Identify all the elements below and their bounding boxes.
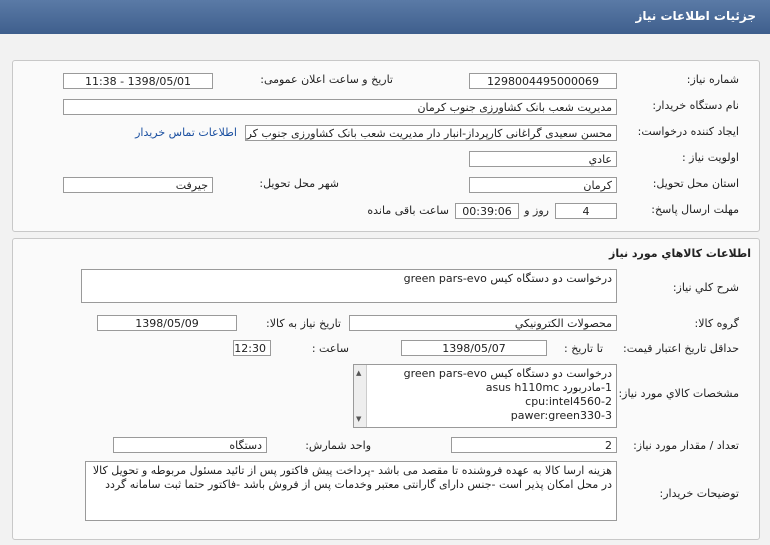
- notes-label: توضيحات خريدار:: [659, 487, 740, 500]
- contact-buyer-link[interactable]: اطلاعات تماس خريدار: [135, 126, 237, 139]
- province-label: استان محل تحويل:: [652, 177, 739, 190]
- hour-label: ساعت :: [311, 342, 349, 355]
- unit-label: واحد شمارش:: [305, 439, 371, 452]
- days-field: 4: [555, 203, 617, 219]
- need-number-label: شماره نياز:: [686, 73, 739, 86]
- creator-field: محسن سعيدی گراغانی کارپرداز-انبار دار مد…: [245, 125, 617, 141]
- group-field: محصولات الکترونيکي: [349, 315, 617, 331]
- summary-field: درخواست دو دستگاه کيس green pars-evo: [81, 269, 617, 303]
- until-date-label: تا تاريخ :: [564, 342, 603, 355]
- deadline-label: مهلت ارسال پاسخ:: [651, 203, 739, 216]
- need-date-field: 1398/05/09: [97, 315, 237, 331]
- goods-section-title: اطلاعات کالاهاي مورد نياز: [609, 247, 751, 260]
- until-date-field: 1398/05/07: [401, 340, 547, 356]
- scroll-up-icon[interactable]: ▲: [356, 366, 361, 380]
- qty-label: تعداد / مقدار مورد نياز:: [633, 439, 739, 452]
- notes-field: هزينه ارسا کالا به عهده فروشنده تا مقصد …: [85, 461, 617, 521]
- need-info-panel: شماره نياز: 1298004495000069 تاريخ و ساع…: [12, 60, 760, 232]
- spec-line: cpu:intel4560-2: [525, 395, 612, 408]
- goods-info-panel: اطلاعات کالاهاي مورد نياز شرح کلي نياز: …: [12, 238, 760, 540]
- days-and-label: روز و: [524, 204, 549, 217]
- summary-label: شرح کلي نياز:: [672, 281, 739, 294]
- need-number-field: 1298004495000069: [469, 73, 617, 89]
- group-label: گروه کالا:: [694, 317, 739, 330]
- priority-field: عادي: [469, 151, 617, 167]
- spec-label: مشخصات کالاي مورد نياز:: [618, 387, 739, 400]
- hour-field: 12:30: [233, 340, 271, 356]
- spec-line: pawer:green330-3: [510, 409, 612, 422]
- spec-scrollbar[interactable]: ▲ ▼: [354, 365, 367, 427]
- remaining-label: ساعت باقی مانده: [367, 204, 449, 217]
- announce-label: تاريخ و ساعت اعلان عمومی:: [260, 73, 393, 86]
- page-header: جزئيات اطلاعات نياز: [0, 0, 770, 34]
- spec-line: 1-مادربورد asus h110mc: [485, 381, 612, 394]
- creator-label: ايجاد کننده درخواست:: [637, 125, 739, 138]
- city-label: شهر محل تحويل:: [259, 177, 339, 190]
- priority-label: اولويت نياز :: [681, 151, 739, 164]
- scroll-down-icon[interactable]: ▼: [356, 412, 361, 426]
- spec-line: درخواست دو دستگاه کيس green pars-evo: [403, 367, 612, 380]
- need-date-label: تاريخ نياز به کالا:: [266, 317, 341, 330]
- validity-label: حداقل تاريخ اعتبار قيمت:: [623, 342, 739, 355]
- time-field: 00:39:06: [455, 203, 519, 219]
- buyer-label: نام دستگاه خريدار:: [652, 99, 739, 112]
- page-title: جزئيات اطلاعات نياز: [635, 9, 756, 23]
- city-field: جيرفت: [63, 177, 213, 193]
- qty-field: 2: [451, 437, 617, 453]
- spec-field[interactable]: ▲ ▼ درخواست دو دستگاه کيس green pars-evo…: [353, 364, 617, 428]
- announce-field: 1398/05/01 - 11:38: [63, 73, 213, 89]
- province-field: کرمان: [469, 177, 617, 193]
- notes-text: هزينه ارسا کالا به عهده فروشنده تا مقصد …: [92, 464, 612, 491]
- buyer-field: مديريت شعب بانک کشاورزی جنوب کرمان: [63, 99, 617, 115]
- unit-field: دستگاه: [113, 437, 267, 453]
- summary-text: درخواست دو دستگاه کيس green pars-evo: [403, 272, 612, 285]
